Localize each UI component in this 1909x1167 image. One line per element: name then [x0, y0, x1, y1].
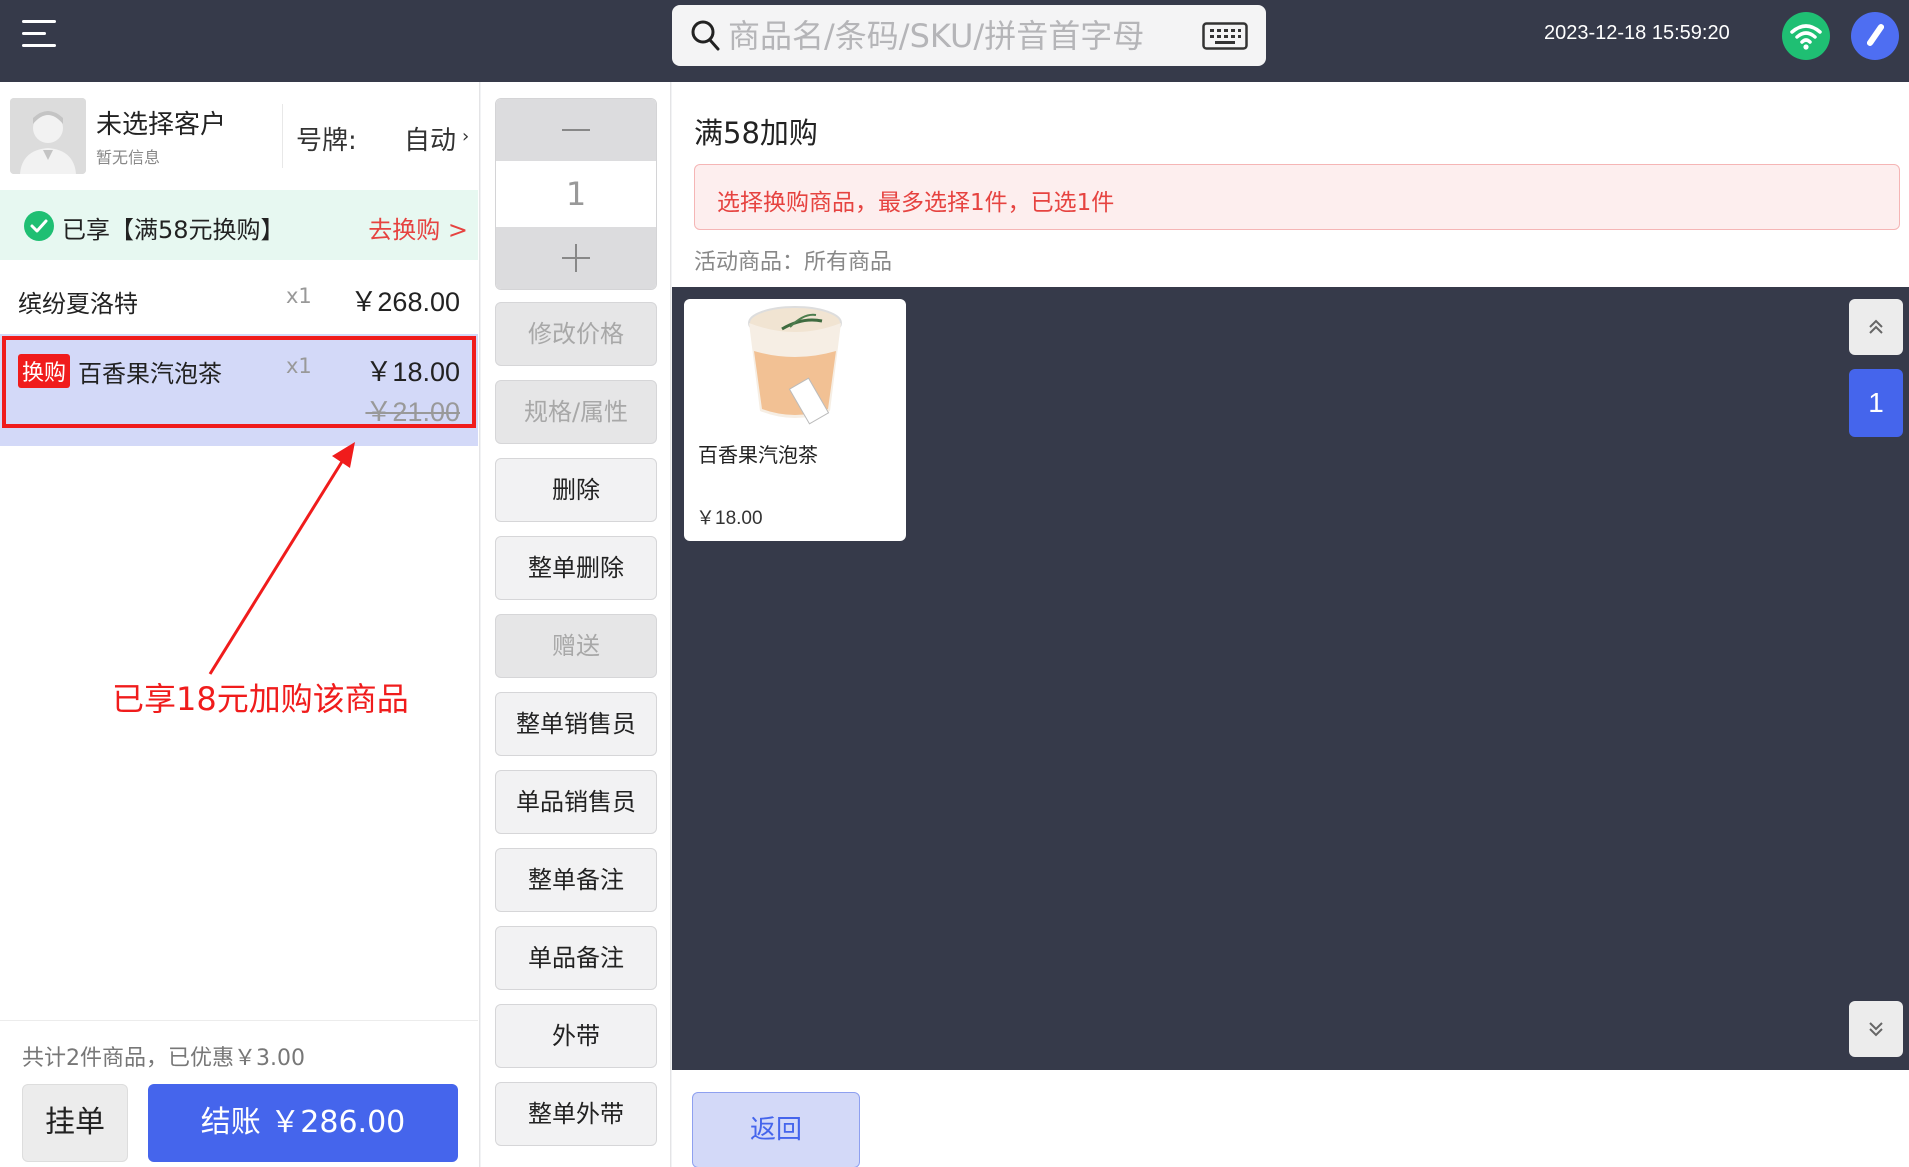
minus-icon	[562, 129, 590, 131]
promo-text: 已享【满58元换购】	[62, 216, 285, 244]
spec-attr-button[interactable]: 规格/属性	[495, 380, 657, 444]
cart-item-qty: x1	[286, 284, 312, 308]
customer-name: 未选择客户	[96, 110, 227, 140]
app-logo-icon[interactable]	[1851, 12, 1899, 60]
top-bar: 2023-12-18 15:59:20	[0, 0, 1909, 82]
menu-icon[interactable]	[22, 20, 58, 52]
product-image	[748, 306, 842, 425]
order-salesperson-button[interactable]: 整单销售员	[495, 692, 657, 756]
order-note-button[interactable]: 整单备注	[495, 848, 657, 912]
order-panel: 未选择客户 暂无信息 号牌: 自动 › 已享【满58元换购】 去换购 > 缤纷夏…	[0, 82, 480, 1167]
minus-button[interactable]	[496, 99, 656, 161]
hold-order-button[interactable]: 挂单	[22, 1084, 128, 1162]
wifi-icon[interactable]	[1782, 12, 1830, 60]
edit-price-button[interactable]: 修改价格	[495, 302, 657, 366]
keyboard-icon[interactable]	[1202, 22, 1248, 50]
annotation-text: 已享18元加购该商品	[112, 680, 409, 718]
item-note-button[interactable]: 单品备注	[495, 926, 657, 990]
panel-title: 满58加购	[694, 116, 818, 150]
chevron-right-icon[interactable]: ›	[462, 126, 469, 147]
search-input[interactable]	[728, 13, 1188, 58]
product-name: 百香果汽泡茶	[698, 443, 818, 467]
back-button[interactable]: 返回	[692, 1092, 860, 1167]
cart-item-price: ￥18.00	[365, 357, 460, 387]
divider	[282, 104, 283, 168]
datetime: 2023-12-18 15:59:20	[1544, 22, 1730, 44]
quantity-stepper: 1	[495, 98, 657, 290]
quantity-value[interactable]: 1	[496, 161, 656, 227]
item-salesperson-button[interactable]: 单品销售员	[495, 770, 657, 834]
cart-item-name: 缤纷夏洛特	[18, 290, 138, 318]
product-card[interactable]: 百香果汽泡茶 ￥18.00	[684, 299, 906, 541]
cart-item-original-price: ￥21.00	[365, 397, 460, 427]
plate-label: 号牌:	[296, 126, 357, 156]
cart-item-price: ￥268.00	[350, 287, 460, 317]
customer-selector[interactable]: 未选择客户 暂无信息 号牌: 自动 ›	[0, 82, 480, 190]
alert-box: 选择换购商品，最多选择1件，已选1件	[694, 164, 1900, 230]
page-up-button[interactable]	[1849, 299, 1903, 355]
checkout-button[interactable]: 结账 ￥286.00	[148, 1084, 458, 1162]
cart-item-selected[interactable]: 换购 百香果汽泡茶 x1 ￥18.00 ￥21.00	[0, 334, 478, 446]
swap-panel: 满58加购 选择换购商品，最多选择1件，已选1件 活动商品：所有商品 百香果汽泡…	[672, 82, 1909, 1167]
action-column: 1 修改价格 规格/属性 删除 整单删除 赠送 整单销售员 单品销售员 整单备注…	[481, 82, 671, 1167]
cart-item-name: 百香果汽泡茶	[78, 360, 222, 388]
page-down-button[interactable]	[1849, 1001, 1903, 1057]
alert-text: 选择换购商品，最多选择1件，已选1件	[717, 190, 1115, 216]
order-summary: 共计2件商品，已优惠￥3.00	[22, 1046, 305, 1071]
delete-all-button[interactable]: 整单删除	[495, 536, 657, 600]
plus-button[interactable]	[496, 227, 656, 289]
page-number[interactable]: 1	[1849, 369, 1903, 437]
divider	[0, 1020, 478, 1021]
takeaway-button[interactable]: 外带	[495, 1004, 657, 1068]
plate-value[interactable]: 自动	[404, 120, 456, 157]
order-takeaway-button[interactable]: 整单外带	[495, 1082, 657, 1146]
customer-info: 暂无信息	[96, 148, 161, 167]
double-chevron-down-icon	[1869, 1022, 1883, 1037]
double-chevron-up-icon	[1869, 319, 1883, 334]
gift-button[interactable]: 赠送	[495, 614, 657, 678]
search-box[interactable]	[672, 5, 1266, 66]
activity-scope: 活动商品：所有商品	[694, 250, 893, 275]
product-price: ￥18.00	[696, 508, 763, 529]
cart-item[interactable]: 缤纷夏洛特 x1 ￥268.00	[0, 260, 478, 334]
cart-item-qty: x1	[286, 354, 312, 378]
delete-button[interactable]: 删除	[495, 458, 657, 522]
promo-banner: 已享【满58元换购】 去换购 >	[0, 190, 478, 260]
search-icon	[691, 20, 720, 51]
product-grid: 百香果汽泡茶 ￥18.00 1	[672, 287, 1909, 1070]
check-circle-icon	[24, 211, 54, 241]
go-swap-link[interactable]: 去换购 >	[368, 210, 468, 245]
swap-tag: 换购	[18, 354, 71, 388]
avatar	[10, 98, 86, 174]
